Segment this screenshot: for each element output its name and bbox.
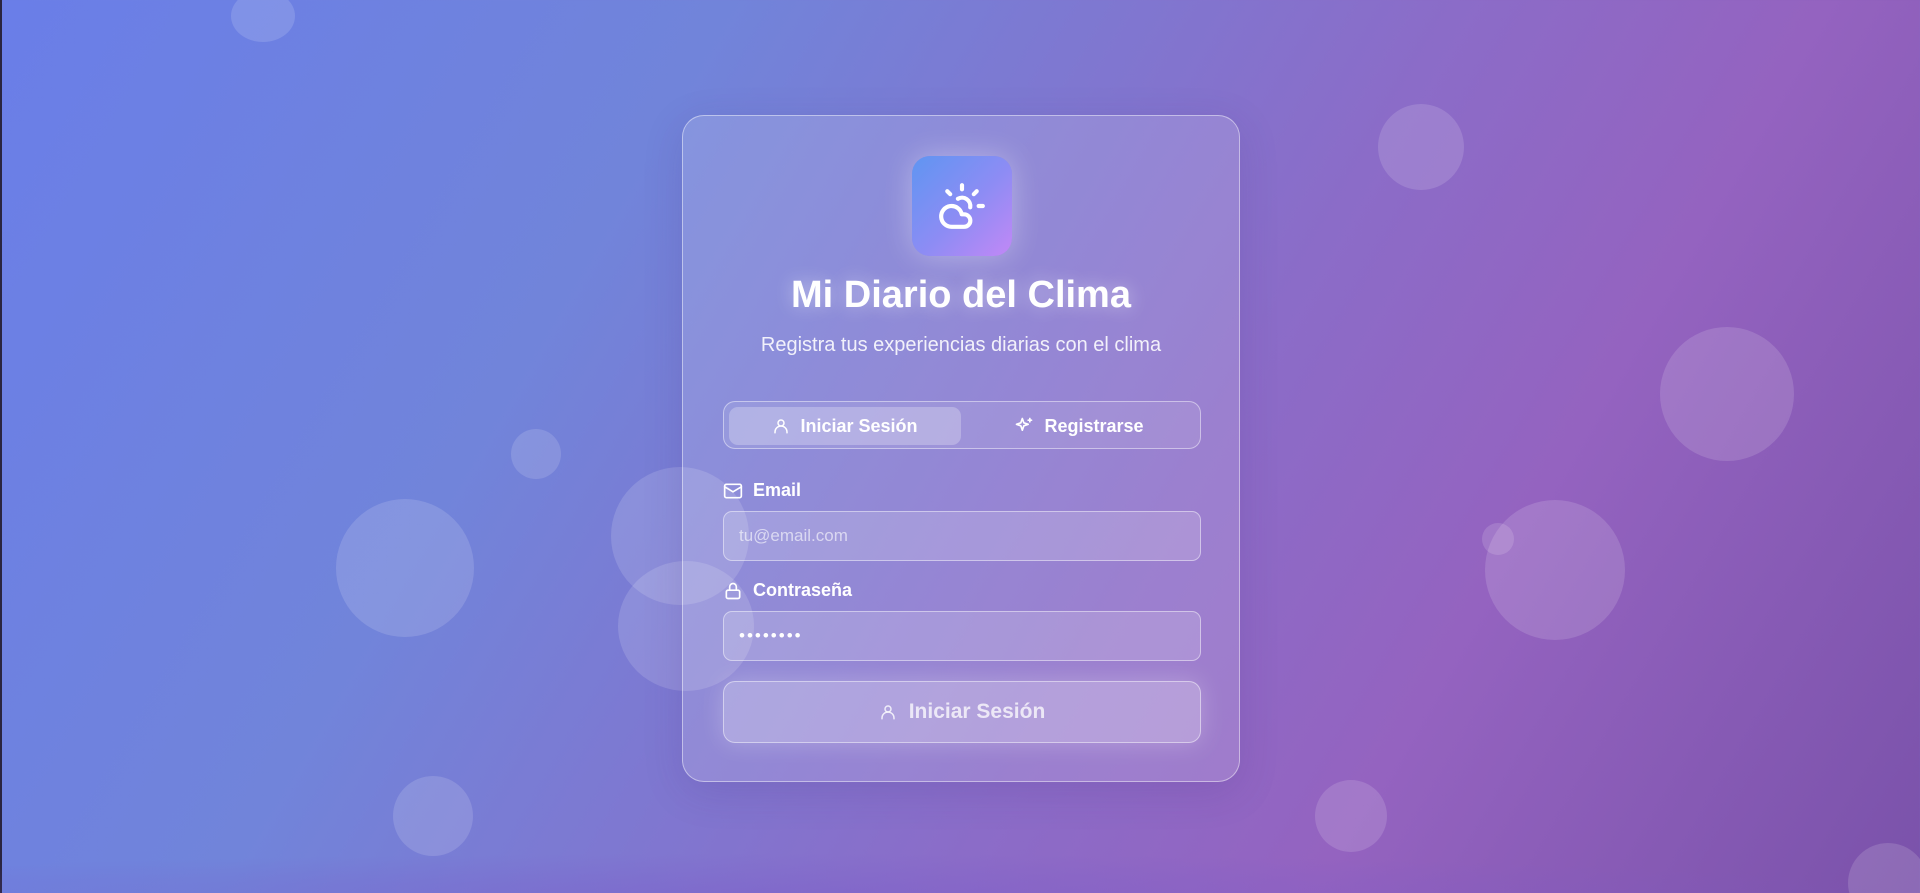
bg-bubble [511,429,561,479]
cloud-sun-icon [937,181,987,231]
sparkles-icon [1014,416,1044,436]
bg-bubble [1660,327,1794,461]
tab-register-label: Registrarse [1044,415,1144,436]
bg-bubble [1378,104,1464,190]
bg-bubble [231,0,295,42]
mail-icon [723,481,753,501]
password-label-text: Contraseña [753,580,853,600]
tab-register[interactable]: Registrarse [963,407,1195,445]
user-icon [879,703,909,721]
user-icon [772,417,800,435]
bg-bubble [336,499,474,637]
email-label-text: Email [753,480,802,500]
email-field[interactable] [723,511,1201,561]
app-subtitle: Registra tus experiencias diarias con el… [760,334,1162,356]
window-edge [0,0,2,893]
email-label: Email [723,480,801,501]
bg-bubble [393,776,473,856]
login-submit-label: Iniciar Sesión [908,700,1046,723]
password-field[interactable] [723,611,1201,661]
tab-login-label: Iniciar Sesión [800,415,918,436]
app-logo [912,156,1012,256]
bg-bubble [1482,523,1514,555]
login-submit-button[interactable]: Iniciar Sesión [723,681,1201,743]
password-label: Contraseña [723,580,852,601]
bg-bubble [1485,500,1625,640]
auth-tabs: Iniciar Sesión Registrarse [723,401,1201,449]
bg-bubble [1315,780,1387,852]
tab-login[interactable]: Iniciar Sesión [729,407,961,445]
lock-icon [723,581,753,601]
app-title: Mi Diario del Clima [791,274,1131,316]
login-card: Mi Diario del Clima Registra tus experie… [682,115,1240,782]
bottom-wave [0,853,1920,893]
